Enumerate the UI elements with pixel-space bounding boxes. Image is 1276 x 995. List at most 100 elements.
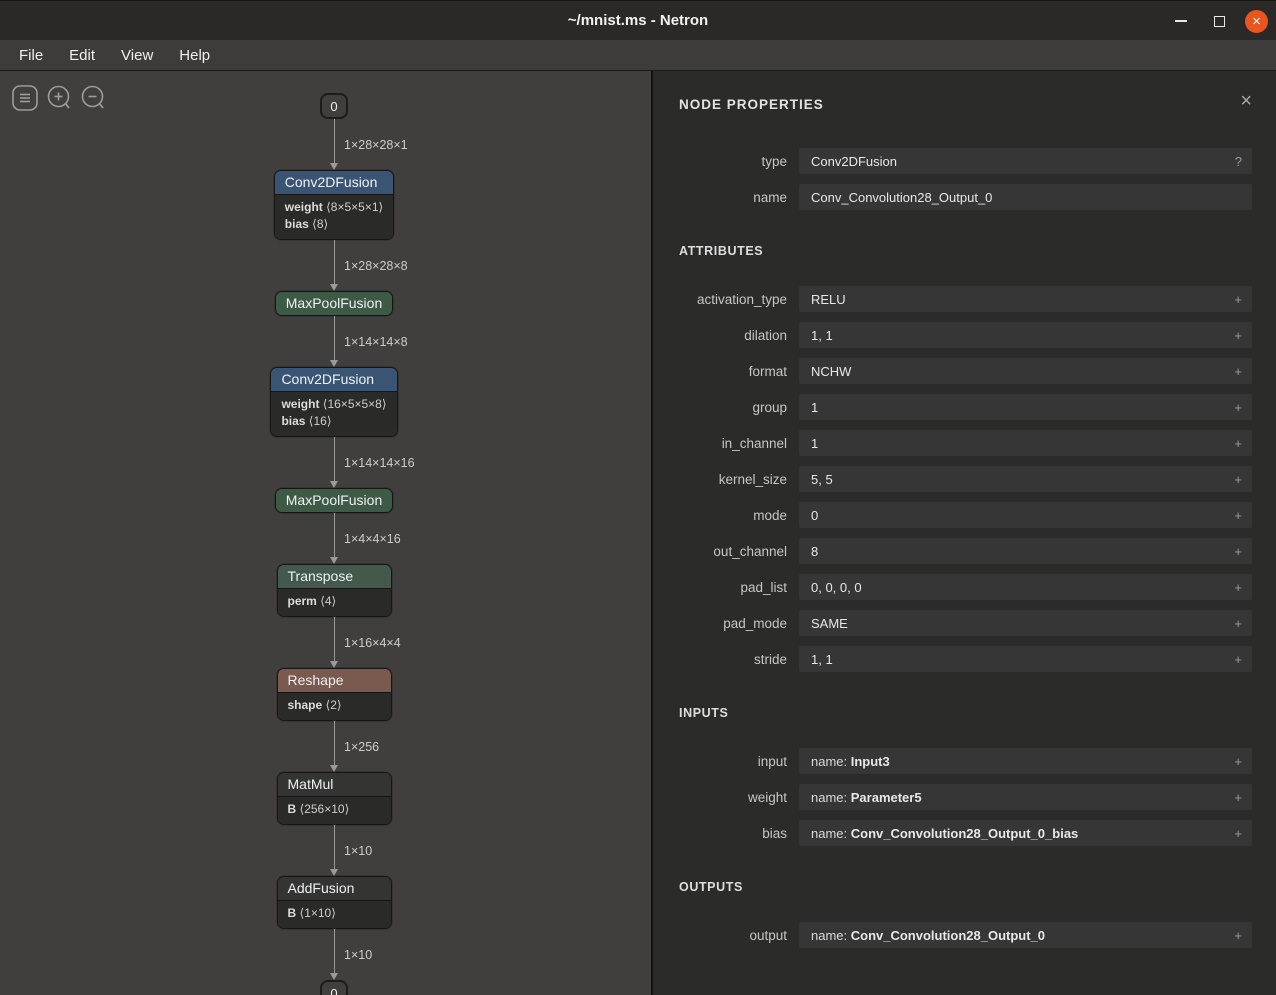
input-row: bias name: Conv_Convolution28_Output_0_b… <box>679 820 1252 846</box>
attribute-value-box[interactable]: 1 + <box>799 394 1252 420</box>
input-value-box[interactable]: name: Parameter5 + <box>799 784 1252 810</box>
input-value: name: Conv_Convolution28_Output_0_bias <box>811 826 1226 841</box>
edge-line <box>334 617 335 665</box>
expand-icon[interactable]: + <box>1234 328 1242 343</box>
edge-arrowhead-icon <box>330 973 338 980</box>
attribute-label: pad_mode <box>679 616 799 631</box>
node-title[interactable]: Transpose <box>278 565 391 588</box>
expand-icon[interactable]: + <box>1234 364 1242 379</box>
graph-node-conv2dfusion-2[interactable]: Conv2DFusion weight ⟨16×5×5×8⟩ bias ⟨16⟩ <box>270 367 397 437</box>
attribute-label: pad_list <box>679 580 799 595</box>
property-value-box[interactable]: Conv2DFusion ? <box>799 148 1252 174</box>
node-title[interactable]: Reshape <box>278 669 391 692</box>
close-button[interactable]: × <box>1245 10 1268 33</box>
zoom-in-icon <box>46 85 72 111</box>
expand-icon[interactable]: + <box>1234 508 1242 523</box>
node-title[interactable]: MaxPoolFusion <box>276 292 393 315</box>
graph-node-maxpoolfusion-2[interactable]: MaxPoolFusion <box>275 488 394 513</box>
expand-icon[interactable]: + <box>1234 472 1242 487</box>
expand-icon[interactable]: + <box>1234 616 1242 631</box>
graph-edge: 1×4×4×16 <box>271 513 397 564</box>
graph-edge: 1×14×14×8 <box>271 316 397 367</box>
panel-title: NODE PROPERTIES <box>679 97 824 112</box>
attribute-label: group <box>679 400 799 415</box>
output-row: output name: Conv_Convolution28_Output_0… <box>679 922 1252 948</box>
attribute-value-box[interactable]: NCHW + <box>799 358 1252 384</box>
expand-icon[interactable]: + <box>1234 754 1242 769</box>
attribute-row: in_channel 1 + <box>679 430 1252 456</box>
graph-node-conv2dfusion-1[interactable]: Conv2DFusion weight ⟨8×5×5×1⟩ bias ⟨8⟩ <box>274 170 394 240</box>
model-properties-button[interactable] <box>12 85 38 111</box>
graph-node-reshape[interactable]: Reshape shape ⟨2⟩ <box>277 668 392 721</box>
expand-icon[interactable]: + <box>1234 928 1242 943</box>
graph-node-maxpoolfusion-1[interactable]: MaxPoolFusion <box>275 291 394 316</box>
node-title[interactable]: MatMul <box>278 773 391 796</box>
node-title[interactable]: AddFusion <box>278 877 391 900</box>
graph-canvas[interactable]: 0 1×28×28×1 Conv2DFusion weight ⟨8×5×5×1… <box>0 71 651 995</box>
graph-toolbar <box>12 85 106 111</box>
zoom-out-button[interactable] <box>80 85 106 111</box>
node-title[interactable]: MaxPoolFusion <box>276 489 393 512</box>
inputs-section-title: INPUTS <box>679 706 1252 720</box>
attribute-row: stride 1, 1 + <box>679 646 1252 672</box>
attribute-row: format NCHW + <box>679 358 1252 384</box>
expand-icon[interactable]: + <box>1234 400 1242 415</box>
expand-icon[interactable]: + <box>1234 652 1242 667</box>
attribute-value-box[interactable]: 1, 1 + <box>799 646 1252 672</box>
node-attr-row: shape ⟨2⟩ <box>288 697 381 714</box>
menubar: File Edit View Help <box>0 40 1276 71</box>
edge-line <box>334 316 335 364</box>
maximize-button[interactable] <box>1207 9 1231 33</box>
edge-arrowhead-icon <box>330 284 338 291</box>
maximize-icon <box>1214 16 1225 27</box>
node-title[interactable]: Conv2DFusion <box>271 368 396 391</box>
hamburger-menu-icon <box>12 85 38 111</box>
panel-close-icon[interactable]: × <box>1240 94 1252 108</box>
attribute-value-box[interactable]: 1 + <box>799 430 1252 456</box>
graph-edge: 1×256 <box>271 721 397 772</box>
graph-node-addfusion[interactable]: AddFusion B ⟨1×10⟩ <box>277 876 392 929</box>
output-value-box[interactable]: name: Conv_Convolution28_Output_0 + <box>799 922 1252 948</box>
input-value-box[interactable]: name: Input3 + <box>799 748 1252 774</box>
graph-node-transpose[interactable]: Transpose perm ⟨4⟩ <box>277 564 392 617</box>
edge-arrowhead-icon <box>330 481 338 488</box>
node-attr-row: weight ⟨8×5×5×1⟩ <box>285 199 383 216</box>
expand-icon[interactable]: + <box>1234 580 1242 595</box>
graph-output-node[interactable]: 0 <box>320 980 348 995</box>
attribute-value-box[interactable]: SAME + <box>799 610 1252 636</box>
type-help-icon[interactable]: ? <box>1235 154 1242 169</box>
attribute-value-box[interactable]: RELU + <box>799 286 1252 312</box>
graph-input-node[interactable]: 0 <box>320 93 348 119</box>
attribute-value: NCHW <box>811 364 1226 379</box>
property-value-box[interactable]: Conv_Convolution28_Output_0 <box>799 184 1252 210</box>
node-attributes: weight ⟨16×5×5×8⟩ bias ⟨16⟩ <box>271 391 396 436</box>
expand-icon[interactable]: + <box>1234 436 1242 451</box>
titlebar: ~/mnist.ms - Netron × <box>0 0 1276 40</box>
minimize-button[interactable] <box>1169 9 1193 33</box>
graph-node-matmul[interactable]: MatMul B ⟨256×10⟩ <box>277 772 392 825</box>
zoom-in-button[interactable] <box>46 85 72 111</box>
attribute-row: pad_list 0, 0, 0, 0 + <box>679 574 1252 600</box>
tensor-shape-label: 1×16×4×4 <box>344 636 401 650</box>
attribute-row: dilation 1, 1 + <box>679 322 1252 348</box>
attribute-value-box[interactable]: 0, 0, 0, 0 + <box>799 574 1252 600</box>
attribute-value-box[interactable]: 1, 1 + <box>799 322 1252 348</box>
menu-help[interactable]: Help <box>168 44 221 67</box>
attribute-value-box[interactable]: 8 + <box>799 538 1252 564</box>
expand-icon[interactable]: + <box>1234 544 1242 559</box>
expand-icon[interactable]: + <box>1234 826 1242 841</box>
attribute-value-box[interactable]: 0 + <box>799 502 1252 528</box>
menu-file[interactable]: File <box>8 44 54 67</box>
input-label: bias <box>679 826 799 841</box>
input-value-box[interactable]: name: Conv_Convolution28_Output_0_bias + <box>799 820 1252 846</box>
attribute-row: kernel_size 5, 5 + <box>679 466 1252 492</box>
attribute-value-box[interactable]: 5, 5 + <box>799 466 1252 492</box>
node-title[interactable]: Conv2DFusion <box>275 171 393 194</box>
property-value: Conv2DFusion <box>811 154 1227 169</box>
expand-icon[interactable]: + <box>1234 292 1242 307</box>
menu-view[interactable]: View <box>110 44 164 67</box>
expand-icon[interactable]: + <box>1234 790 1242 805</box>
netron-window: ~/mnist.ms - Netron × File Edit View Hel… <box>0 0 1276 995</box>
tensor-shape-label: 1×10 <box>344 948 372 962</box>
menu-edit[interactable]: Edit <box>58 44 106 67</box>
